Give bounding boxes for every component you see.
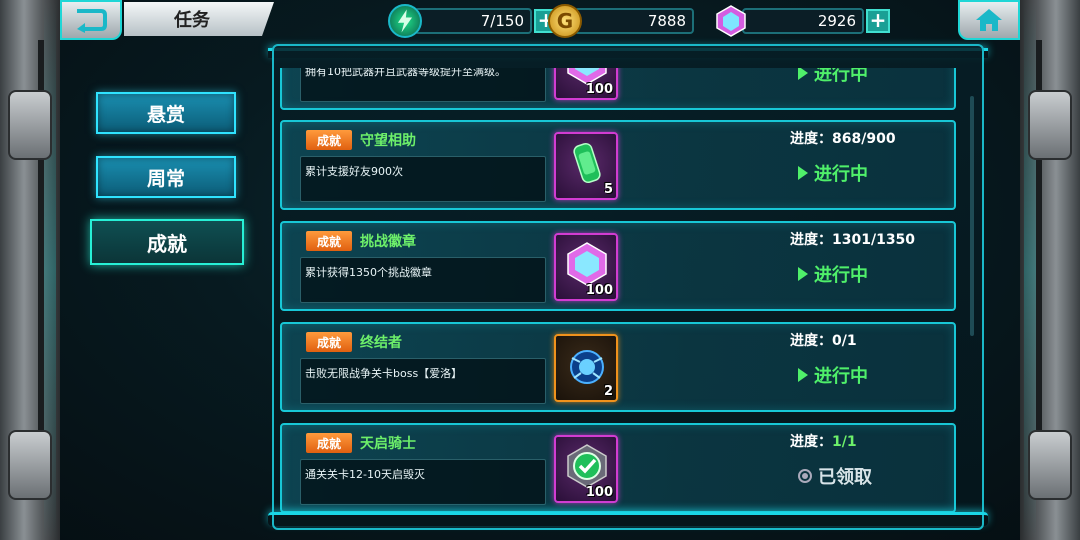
reward-count: 5 — [603, 182, 613, 197]
reward-slot[interactable]: 100 — [554, 68, 618, 100]
progress-value: 1/1 — [832, 434, 857, 450]
task-card: 拥有10把武器并且武器等级提升至满级。 100 进行中 — [280, 68, 956, 110]
task-description: 拥有10把武器并且武器等级提升至满级。 — [300, 68, 546, 102]
task-name: 挑战徽章 — [360, 234, 416, 250]
progress-value: 1301/1350 — [832, 232, 916, 248]
task-description: 累计支援好友900次 — [300, 156, 546, 202]
energy-icon — [388, 4, 422, 38]
task-list-panel[interactable]: 拥有10把武器并且武器等级提升至满级。 100 进行中 成就 守望相助 累计支援… — [272, 44, 984, 530]
reward-slot[interactable]: 100 — [554, 435, 618, 503]
task-progress: 进度：1301/1350 — [790, 229, 915, 249]
progress-label: 进度： — [790, 333, 832, 349]
status-label: 已领取 — [818, 467, 872, 488]
tab-weekly[interactable]: 周常 — [96, 156, 236, 198]
reward-count: 100 — [585, 82, 613, 97]
blue-core-icon — [570, 350, 604, 384]
checked-gem-icon — [567, 444, 607, 488]
task-progress: 进度：868/900 — [790, 128, 896, 148]
task-progress: 进度：0/1 — [790, 330, 857, 350]
task-name: 守望相助 — [360, 133, 416, 149]
task-status: 进行中 — [798, 362, 868, 388]
gem-value: 2926 — [742, 8, 864, 34]
reward-count: 2 — [603, 384, 613, 399]
top-bar: 任务 7/150 + G 7888 2926 + — [60, 0, 1020, 44]
panel-bottom-decoration — [268, 512, 988, 526]
gold-coin-icon: G — [548, 4, 582, 38]
task-progress: 进度：1/1 — [790, 431, 857, 451]
status-label: 进行中 — [814, 366, 868, 387]
gem-resource: 2926 + — [714, 4, 890, 38]
task-name: 终结者 — [360, 335, 402, 351]
left-frame — [0, 0, 60, 540]
play-icon — [798, 68, 808, 80]
green-capsule-icon — [573, 142, 601, 184]
status-label: 进行中 — [814, 265, 868, 286]
progress-value: 0/1 — [832, 333, 857, 349]
task-description: 击败无限战争关卡boss【爱洛】 — [300, 358, 546, 404]
category-tag: 成就 — [306, 433, 352, 453]
page-title: 任务 — [124, 2, 274, 36]
play-icon — [798, 368, 808, 382]
task-description: 累计获得1350个挑战徽章 — [300, 257, 546, 303]
gem-icon — [714, 4, 748, 38]
back-button[interactable] — [60, 0, 122, 40]
task-status: 进行中 — [798, 68, 868, 86]
play-icon — [798, 166, 808, 180]
status-label: 进行中 — [814, 68, 868, 85]
progress-label: 进度： — [790, 131, 832, 147]
task-card: 成就 终结者 击败无限战争关卡boss【爱洛】 2 进度：0/1 进行中 — [280, 322, 956, 412]
home-button[interactable] — [958, 0, 1020, 40]
tab-achievement[interactable]: 成就 — [90, 219, 244, 265]
task-card: 成就 挑战徽章 累计获得1350个挑战徽章 100 进度：1301/1350 进… — [280, 221, 956, 311]
reward-count: 100 — [585, 485, 613, 500]
reward-slot[interactable]: 100 — [554, 233, 618, 301]
task-card: 成就 天启骑士 通关关卡12-10天启毁灭 100 进度：1/1 已领取 — [280, 423, 956, 513]
progress-label: 进度： — [790, 434, 832, 450]
back-arrow-icon — [77, 9, 107, 33]
reward-count: 100 — [585, 283, 613, 298]
category-tag: 成就 — [306, 231, 352, 251]
task-status: 进行中 — [798, 160, 868, 186]
right-frame — [1020, 0, 1080, 540]
home-icon — [976, 9, 1002, 31]
category-tag: 成就 — [306, 130, 352, 150]
gold-value: 7888 — [574, 8, 694, 34]
claimed-icon — [798, 469, 812, 483]
progress-value: 868/900 — [832, 131, 896, 147]
category-tag: 成就 — [306, 332, 352, 352]
tab-bounty[interactable]: 悬赏 — [96, 92, 236, 134]
task-card: 成就 守望相助 累计支援好友900次 5 进度：868/900 进行中 — [280, 120, 956, 210]
progress-label: 进度： — [790, 232, 832, 248]
gold-resource: G 7888 — [548, 4, 694, 38]
task-description: 通关关卡12-10天启毁灭 — [300, 459, 546, 505]
task-name: 天启骑士 — [360, 436, 416, 452]
stamina-resource: 7/150 + — [388, 4, 558, 38]
status-label: 进行中 — [814, 164, 868, 185]
reward-slot[interactable]: 5 — [554, 132, 618, 200]
task-status: 进行中 — [798, 261, 868, 287]
task-status: 已领取 — [798, 463, 872, 489]
play-icon — [798, 267, 808, 281]
task-screen: 任务 7/150 + G 7888 2926 + 悬赏 周常 成就 拥有10把武… — [0, 0, 1080, 540]
add-gem-button[interactable]: + — [866, 9, 890, 33]
reward-slot[interactable]: 2 — [554, 334, 618, 402]
stamina-value: 7/150 — [414, 8, 532, 34]
gem-icon — [567, 242, 607, 286]
